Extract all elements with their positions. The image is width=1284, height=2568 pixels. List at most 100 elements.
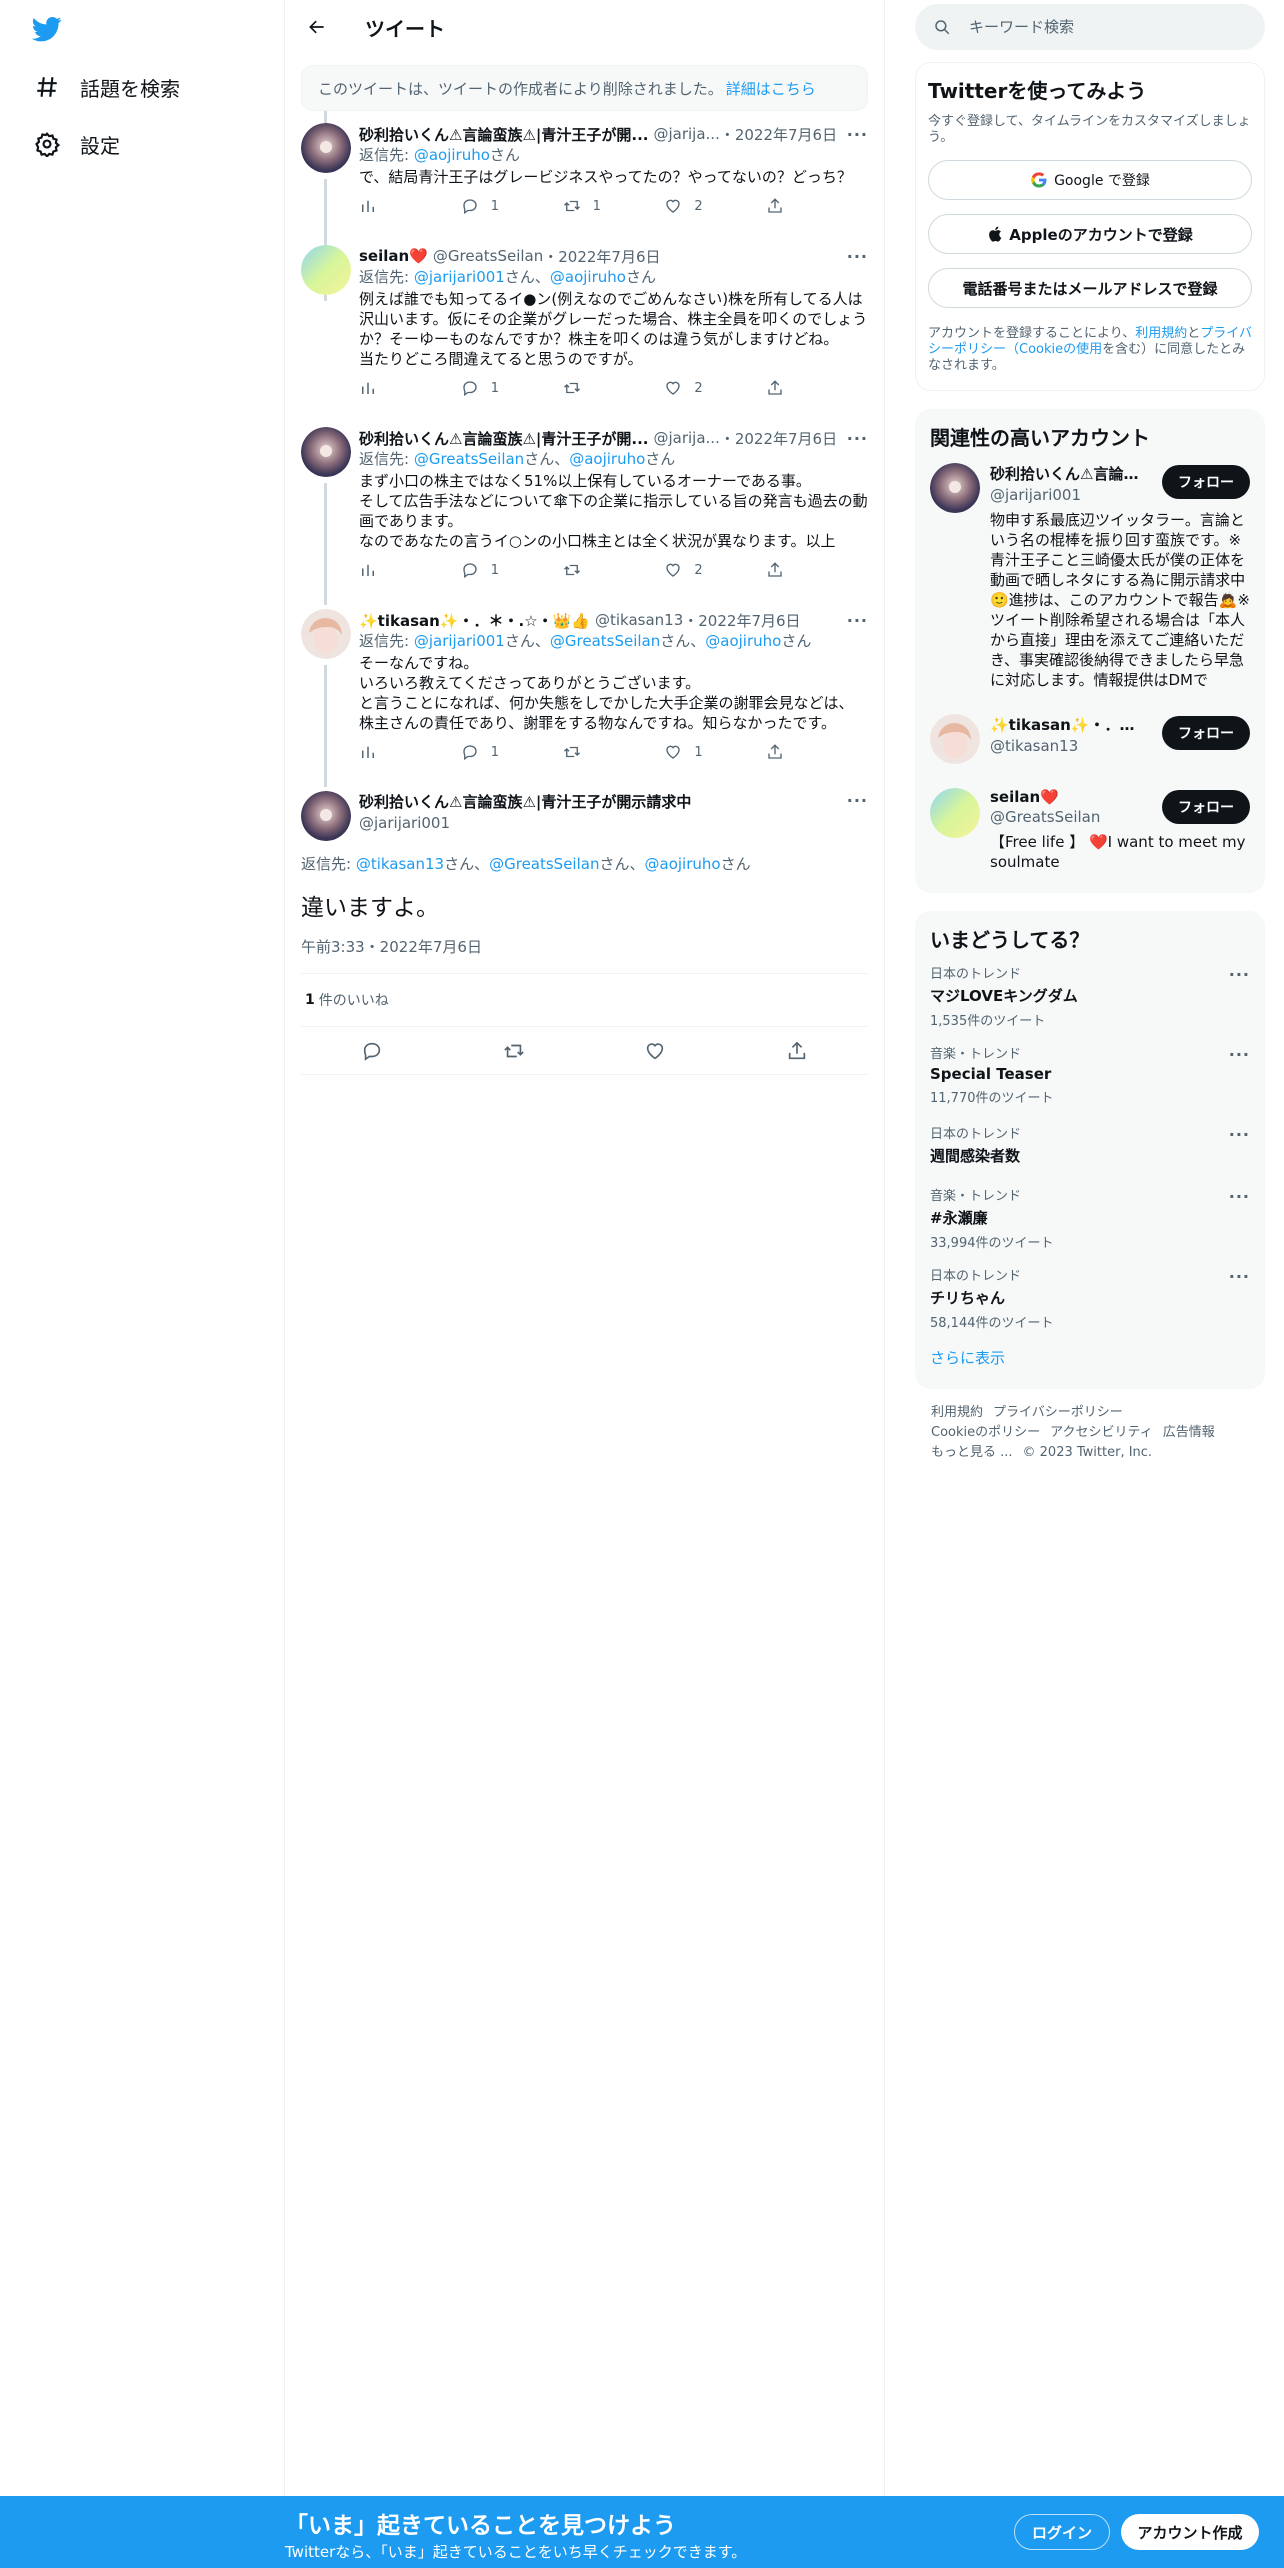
- mention-link[interactable]: @GreatsSeilan: [414, 450, 524, 468]
- retweet-button[interactable]: [494, 1031, 534, 1071]
- apple-signup-button[interactable]: Appleのアカウントで登録: [928, 214, 1252, 254]
- author-handle[interactable]: @jarija...: [653, 429, 719, 447]
- related-user[interactable]: seilan❤️ @GreatsSeilan フォロー 【Free life 】…: [916, 776, 1264, 884]
- author-name[interactable]: 砂利拾いくん⚠言論蛮族⚠|青汁王子が開...: [359, 124, 648, 145]
- tweet-date[interactable]: ・2022年7月6日: [683, 610, 800, 631]
- mention-link[interactable]: @aojiruho: [414, 146, 490, 164]
- tweet-timestamp[interactable]: 午前3:33・2022年7月6日: [301, 936, 868, 957]
- avatar[interactable]: [930, 714, 980, 764]
- footer-link[interactable]: 広告情報: [1163, 1425, 1215, 1440]
- thread-tweet[interactable]: ✨tikasan✨・．＊・.☆・👑👍 @tikasan13 ・2022年7月6日…: [285, 609, 884, 787]
- share-button[interactable]: [766, 379, 868, 397]
- more-icon[interactable]: ···: [839, 429, 868, 448]
- like-button[interactable]: 2: [664, 197, 766, 215]
- avatar[interactable]: [930, 788, 980, 838]
- tweet-date[interactable]: ・2022年7月6日: [720, 124, 837, 145]
- search-input[interactable]: [969, 18, 1229, 36]
- author-name[interactable]: seilan❤️: [359, 247, 428, 265]
- footer-link[interactable]: アクセシビリティ: [1050, 1425, 1153, 1440]
- avatar[interactable]: [301, 791, 351, 841]
- mention-link[interactable]: @jarijari001: [414, 268, 505, 286]
- trend-item[interactable]: 日本のトレンド マジLOVEキングダム 1,535件のツイート ···: [916, 953, 1264, 1033]
- more-icon[interactable]: ···: [1221, 1267, 1250, 1286]
- retweet-button[interactable]: [563, 379, 665, 397]
- retweet-button[interactable]: 1: [563, 197, 665, 215]
- avatar[interactable]: [301, 609, 351, 659]
- avatar[interactable]: [930, 463, 980, 513]
- share-button[interactable]: [766, 743, 868, 761]
- reply-button[interactable]: [352, 1031, 392, 1071]
- share-button[interactable]: [766, 561, 868, 579]
- more-icon[interactable]: ···: [839, 125, 868, 144]
- related-user-handle[interactable]: @tikasan13: [990, 737, 1140, 755]
- avatar[interactable]: [301, 245, 351, 295]
- reply-button[interactable]: 1: [461, 561, 563, 579]
- related-user-name[interactable]: seilan❤️: [990, 788, 1140, 806]
- tweet-date[interactable]: ・2022年7月6日: [543, 246, 660, 267]
- twitter-logo-icon[interactable]: [30, 14, 64, 44]
- mention-link[interactable]: @GreatsSeilan: [489, 855, 599, 873]
- retweet-button[interactable]: [563, 561, 665, 579]
- thread-tweet[interactable]: 砂利拾いくん⚠言論蛮族⚠|青汁王子が開... @jarija... ・2022年…: [285, 111, 884, 301]
- more-icon[interactable]: ···: [1221, 1187, 1250, 1206]
- related-user-name[interactable]: 砂利拾いくん⚠言論...: [990, 463, 1140, 484]
- reply-button[interactable]: 1: [461, 379, 563, 397]
- follow-button[interactable]: フォロー: [1162, 465, 1250, 499]
- author-handle[interactable]: @jarija...: [653, 125, 719, 143]
- analytics-button[interactable]: [359, 197, 461, 215]
- tweet-date[interactable]: ・2022年7月6日: [720, 428, 837, 449]
- reply-button[interactable]: 1: [461, 743, 563, 761]
- author-name[interactable]: ✨tikasan✨・．＊・.☆・👑👍: [359, 610, 590, 631]
- mention-link[interactable]: @aojiruho: [645, 855, 721, 873]
- likes-count[interactable]: 1 件のいいね: [301, 973, 868, 1027]
- learn-more-link[interactable]: 詳細はこちら: [726, 78, 816, 99]
- trend-item[interactable]: 音楽・トレンド #永瀬廉 33,994件のツイート ···: [916, 1175, 1264, 1255]
- mention-link[interactable]: @aojiruho: [550, 268, 626, 286]
- author-name[interactable]: 砂利拾いくん⚠言論蛮族⚠|青汁王子が開...: [359, 428, 648, 449]
- trend-item[interactable]: 日本のトレンド 週間感染者数 ···: [916, 1113, 1264, 1175]
- follow-button[interactable]: フォロー: [1162, 716, 1250, 750]
- more-icon[interactable]: ···: [1221, 1125, 1250, 1144]
- footer-link[interactable]: 利用規約: [931, 1405, 983, 1420]
- mention-link[interactable]: @aojiruho: [705, 632, 781, 650]
- mention-link[interactable]: @GreatsSeilan: [550, 632, 660, 650]
- retweet-button[interactable]: [563, 743, 665, 761]
- footer-link[interactable]: もっと見る ...: [931, 1445, 1013, 1460]
- footer-link[interactable]: Cookieのポリシー: [931, 1425, 1040, 1440]
- nav-settings[interactable]: 設定: [32, 122, 120, 166]
- author-handle[interactable]: @jarijari001: [359, 814, 839, 832]
- phone-email-signup-button[interactable]: 電話番号またはメールアドレスで登録: [928, 268, 1252, 308]
- terms-link[interactable]: 利用規約: [1135, 326, 1187, 341]
- like-button[interactable]: [635, 1031, 675, 1071]
- follow-button[interactable]: フォロー: [1162, 790, 1250, 824]
- more-icon[interactable]: ···: [839, 611, 868, 630]
- mention-link[interactable]: @tikasan13: [356, 855, 444, 873]
- login-button[interactable]: ログイン: [1014, 2514, 1110, 2550]
- related-user[interactable]: ✨tikasan✨・．＊・... @tikasan13 フォロー: [916, 702, 1264, 776]
- share-button[interactable]: [766, 197, 868, 215]
- related-user-handle[interactable]: @GreatsSeilan: [990, 808, 1140, 826]
- avatar[interactable]: [301, 427, 351, 477]
- author-handle[interactable]: @GreatsSeilan: [433, 247, 543, 265]
- share-button[interactable]: [777, 1031, 817, 1071]
- more-icon[interactable]: ···: [1221, 1045, 1250, 1064]
- more-icon[interactable]: ···: [1221, 965, 1250, 984]
- google-signup-button[interactable]: Google で登録: [928, 160, 1252, 200]
- back-button[interactable]: [299, 9, 335, 45]
- trend-item[interactable]: 音楽・トレンド Special Teaser 11,770件のツイート ···: [916, 1033, 1264, 1113]
- create-account-button[interactable]: アカウント作成: [1121, 2514, 1259, 2550]
- related-user-handle[interactable]: @jarijari001: [990, 486, 1140, 504]
- more-icon[interactable]: ···: [839, 247, 868, 266]
- like-button[interactable]: 2: [664, 379, 766, 397]
- like-button[interactable]: 2: [664, 561, 766, 579]
- analytics-button[interactable]: [359, 561, 461, 579]
- mention-link[interactable]: @jarijari001: [414, 632, 505, 650]
- thread-tweet[interactable]: 砂利拾いくん⚠言論蛮族⚠|青汁王子が開... @jarija... ・2022年…: [285, 427, 884, 605]
- analytics-button[interactable]: [359, 379, 461, 397]
- trend-item[interactable]: 日本のトレンド チリちゃん 58,144件のツイート ···: [916, 1255, 1264, 1335]
- related-user-name[interactable]: ✨tikasan✨・．＊・...: [990, 714, 1140, 735]
- nav-explore[interactable]: 話題を検索: [32, 65, 180, 109]
- show-more-link[interactable]: さらに表示: [916, 1335, 1264, 1380]
- analytics-button[interactable]: [359, 743, 461, 761]
- related-user[interactable]: 砂利拾いくん⚠言論... @jarijari001 フォロー 物申す系最底辺ツイ…: [916, 451, 1264, 702]
